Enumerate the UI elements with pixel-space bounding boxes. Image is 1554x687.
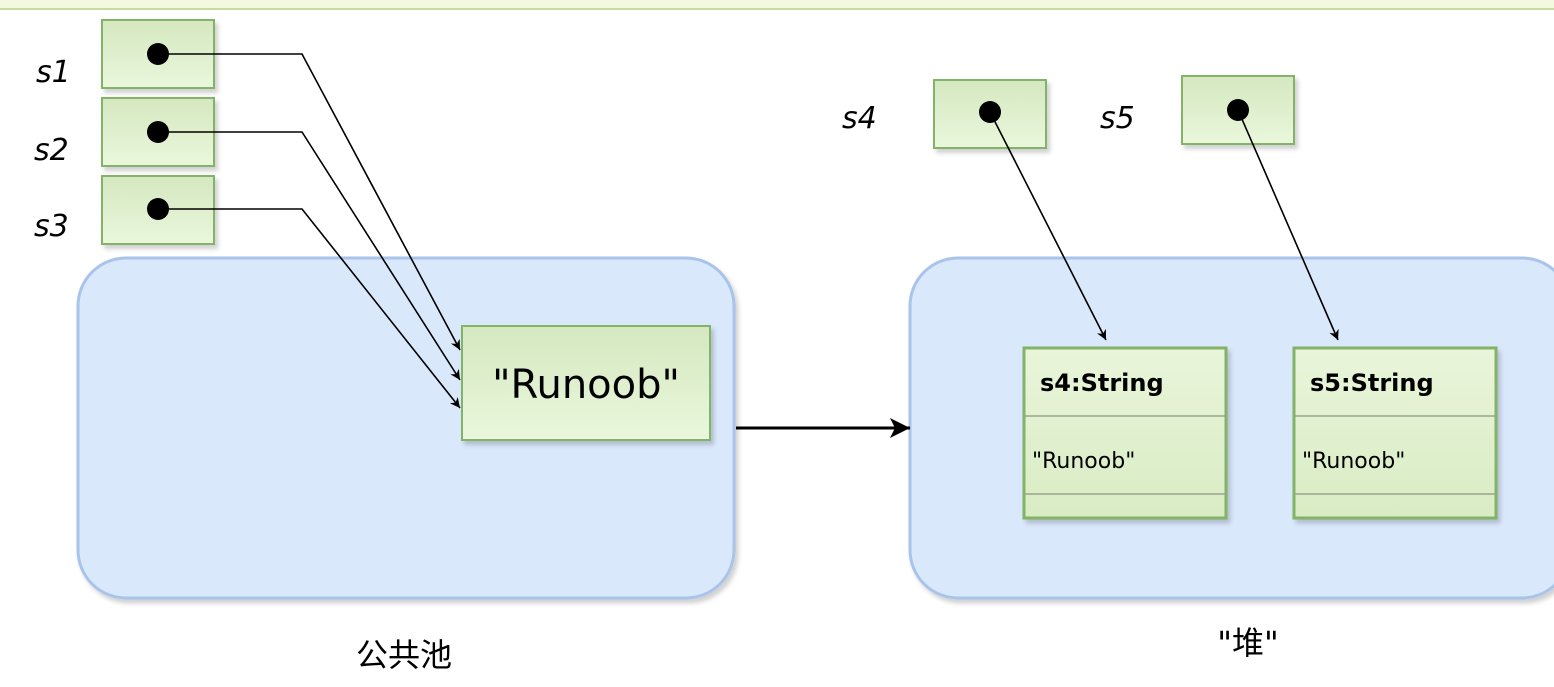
heap-object-s5-value: "Runoob"	[1302, 449, 1405, 474]
heap-object-s4: s4:String "Runoob"	[1022, 346, 1228, 520]
heap-object-s4-value: "Runoob"	[1032, 449, 1135, 474]
heap-object-s4-title: s4:String	[1040, 369, 1164, 397]
var-label-s1: s1	[36, 55, 71, 90]
var-label-s2: s2	[34, 133, 69, 168]
pool-literal-text: "Runoob"	[492, 362, 680, 408]
var-label-s5: s5	[1100, 101, 1135, 136]
var-label-s3: s3	[34, 209, 69, 244]
ref-box-s3	[101, 175, 215, 245]
pool-caption: 公共池	[356, 636, 452, 674]
heap-object-s5-title: s5:String	[1310, 369, 1434, 397]
var-label-s4: s4	[842, 101, 877, 136]
ref-box-s4	[933, 79, 1047, 149]
heap-object-s5: s5:String "Runoob"	[1292, 346, 1498, 520]
heap-caption: "堆"	[1217, 624, 1278, 662]
string-pool-diagram: s1 s2 s3 s4 s5 "Runoob" s4:String "Runoo…	[34, 19, 1554, 674]
pool-literal-box: "Runoob"	[461, 325, 711, 441]
